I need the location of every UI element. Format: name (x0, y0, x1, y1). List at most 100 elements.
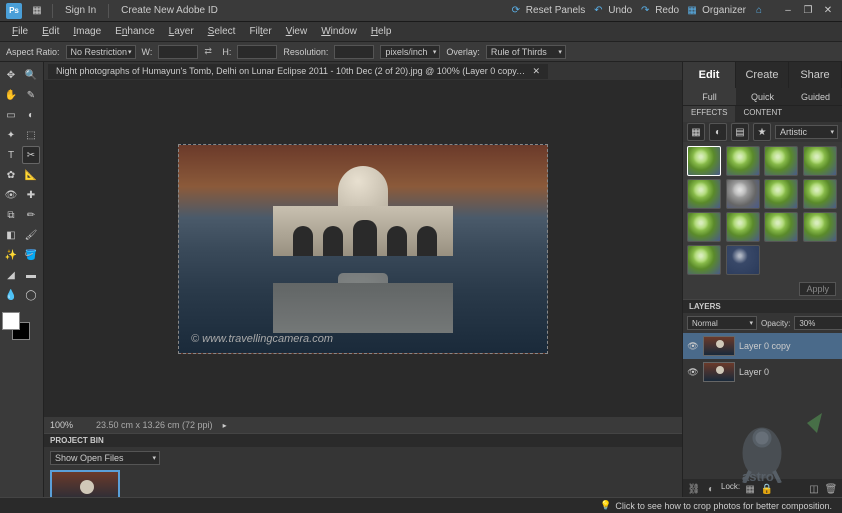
effect-thumb[interactable] (803, 212, 837, 242)
mode-tab-create[interactable]: Create (736, 62, 789, 88)
effect-thumb[interactable] (726, 245, 760, 275)
effects-photo-icon[interactable]: ▤ (731, 123, 749, 141)
spot-heal-tool-icon[interactable]: ✚ (22, 186, 40, 204)
new-layer-icon[interactable]: ◫ (807, 482, 821, 496)
menu-edit[interactable]: Edit (36, 24, 65, 39)
effects-all-icon[interactable]: ★ (753, 123, 771, 141)
shape-tool-icon[interactable]: ▬ (22, 266, 40, 284)
organizer-button[interactable]: ▦Organizer (685, 4, 746, 18)
layer-visibility-icon[interactable]: 👁 (687, 340, 699, 352)
eraser-tool-icon[interactable]: ◧ (2, 226, 20, 244)
effect-thumb[interactable] (803, 179, 837, 209)
canvas-image[interactable]: © www.travellingcamera.com (178, 144, 548, 354)
menu-enhance[interactable]: Enhance (109, 24, 160, 39)
blend-mode-dropdown[interactable]: Normal (687, 316, 757, 330)
blur-tool-icon[interactable]: 💧 (2, 286, 20, 304)
gradient-tool-icon[interactable]: ◢ (2, 266, 20, 284)
layer-thumbnail[interactable] (703, 336, 735, 356)
sub-tab-quick[interactable]: Quick (736, 88, 789, 105)
layers-panel-header[interactable]: LAYERS (683, 299, 842, 313)
menu-select[interactable]: Select (202, 24, 242, 39)
cookie-cutter-tool-icon[interactable]: ✿ (2, 166, 20, 184)
mode-tab-edit[interactable]: Edit (683, 62, 736, 88)
menu-image[interactable]: Image (67, 24, 107, 39)
menu-filter[interactable]: Filter (243, 24, 277, 39)
pencil-tool-icon[interactable]: ✏ (22, 206, 40, 224)
sign-in-link[interactable]: Sign In (61, 3, 100, 18)
zoom-value[interactable]: 100% (50, 420, 86, 430)
canvas-viewport[interactable]: © www.travellingcamera.com (44, 80, 682, 417)
effect-thumb[interactable] (803, 146, 837, 176)
create-adobe-id-link[interactable]: Create New Adobe ID (117, 3, 222, 18)
redo-button[interactable]: ↷Redo (638, 4, 679, 18)
lasso-tool-icon[interactable]: ◐ (22, 106, 40, 124)
paint-bucket-tool-icon[interactable]: 🪣 (22, 246, 40, 264)
layer-row[interactable]: 👁 Layer 0 (683, 359, 842, 385)
swap-dimensions-icon[interactable]: ⇄ (204, 46, 216, 58)
link-layers-icon[interactable]: ⛓ (687, 482, 701, 496)
effects-category-dropdown[interactable]: Artistic (775, 125, 838, 139)
layer-effects-icon[interactable]: ◐ (704, 482, 718, 496)
type-tool-icon[interactable]: T (2, 146, 20, 164)
effect-thumb[interactable] (687, 179, 721, 209)
tip-text[interactable]: Click to see how to crop photos for bett… (615, 501, 832, 511)
tab-effects[interactable]: EFFECTS (683, 106, 735, 122)
menu-window[interactable]: Window (315, 24, 363, 39)
overlay-dropdown[interactable]: Rule of Thirds (486, 45, 566, 59)
layer-row[interactable]: 👁 Layer 0 copy (683, 333, 842, 359)
sponge-tool-icon[interactable]: ◯ (22, 286, 40, 304)
project-bin-header[interactable]: PROJECT BIN (44, 433, 682, 447)
quick-select-tool-icon[interactable]: ⬚ (22, 126, 40, 144)
resolution-input[interactable] (334, 45, 374, 59)
layer-visibility-icon[interactable]: 👁 (687, 366, 699, 378)
sub-tab-full[interactable]: Full (683, 88, 736, 105)
layer-name-label[interactable]: Layer 0 copy (739, 341, 791, 351)
foreground-color-swatch[interactable] (2, 312, 20, 330)
brush-tool-icon[interactable]: 🖌 (22, 226, 40, 244)
effect-thumb[interactable] (764, 179, 798, 209)
aspect-ratio-dropdown[interactable]: No Restriction (66, 45, 136, 59)
opacity-input[interactable]: 30% (794, 316, 842, 330)
hand-tool-icon[interactable]: ✋ (2, 86, 20, 104)
effect-thumb[interactable] (726, 179, 760, 209)
maximize-button[interactable]: ❐ (800, 4, 816, 18)
eyedropper-tool-icon[interactable]: ✎ (22, 86, 40, 104)
reset-panels-button[interactable]: ⟳Reset Panels (509, 4, 585, 18)
marquee-tool-icon[interactable]: ▭ (2, 106, 20, 124)
effects-filter-icon[interactable]: ▦ (687, 123, 705, 141)
layer-name-label[interactable]: Layer 0 (739, 367, 769, 377)
menu-help[interactable]: Help (365, 24, 398, 39)
effect-thumb[interactable] (764, 212, 798, 242)
tab-content[interactable]: CONTENT (735, 106, 790, 122)
zoom-tool-icon[interactable]: 🔍 (22, 66, 40, 84)
project-bin-dropdown[interactable]: Show Open Files (50, 451, 160, 465)
menu-view[interactable]: View (280, 24, 314, 39)
undo-button[interactable]: ↶Undo (591, 4, 632, 18)
panel-menu-icon[interactable]: ▦ (30, 4, 44, 18)
mode-tab-share[interactable]: Share (789, 62, 842, 88)
menu-file[interactable]: FFileile (6, 24, 34, 39)
height-input[interactable] (237, 45, 277, 59)
magic-wand-tool-icon[interactable]: ✦ (2, 126, 20, 144)
delete-layer-icon[interactable]: 🗑 (824, 482, 838, 496)
redeye-tool-icon[interactable]: 👁 (2, 186, 20, 204)
resolution-unit-dropdown[interactable]: pixels/inch (380, 45, 440, 59)
effect-thumb[interactable] (726, 212, 760, 242)
effect-thumb[interactable] (726, 146, 760, 176)
close-tab-icon[interactable]: ✕ (532, 66, 540, 77)
close-window-button[interactable]: ✕ (820, 4, 836, 18)
layer-thumbnail[interactable] (703, 362, 735, 382)
move-tool-icon[interactable]: ✥ (2, 66, 20, 84)
smart-brush-tool-icon[interactable]: ✨ (2, 246, 20, 264)
lock-transparency-icon[interactable]: ▦ (743, 482, 757, 496)
status-menu-icon[interactable]: ▸ (223, 421, 227, 430)
menu-layer[interactable]: Layer (163, 24, 200, 39)
effect-thumb[interactable] (764, 146, 798, 176)
home-icon[interactable]: ⌂ (752, 4, 766, 18)
apply-button[interactable]: Apply (799, 282, 836, 296)
effect-thumb[interactable] (687, 245, 721, 275)
width-input[interactable] (158, 45, 198, 59)
effects-layer-style-icon[interactable]: ◐ (709, 123, 727, 141)
sub-tab-guided[interactable]: Guided (789, 88, 842, 105)
clone-stamp-tool-icon[interactable]: ⧉ (2, 206, 20, 224)
